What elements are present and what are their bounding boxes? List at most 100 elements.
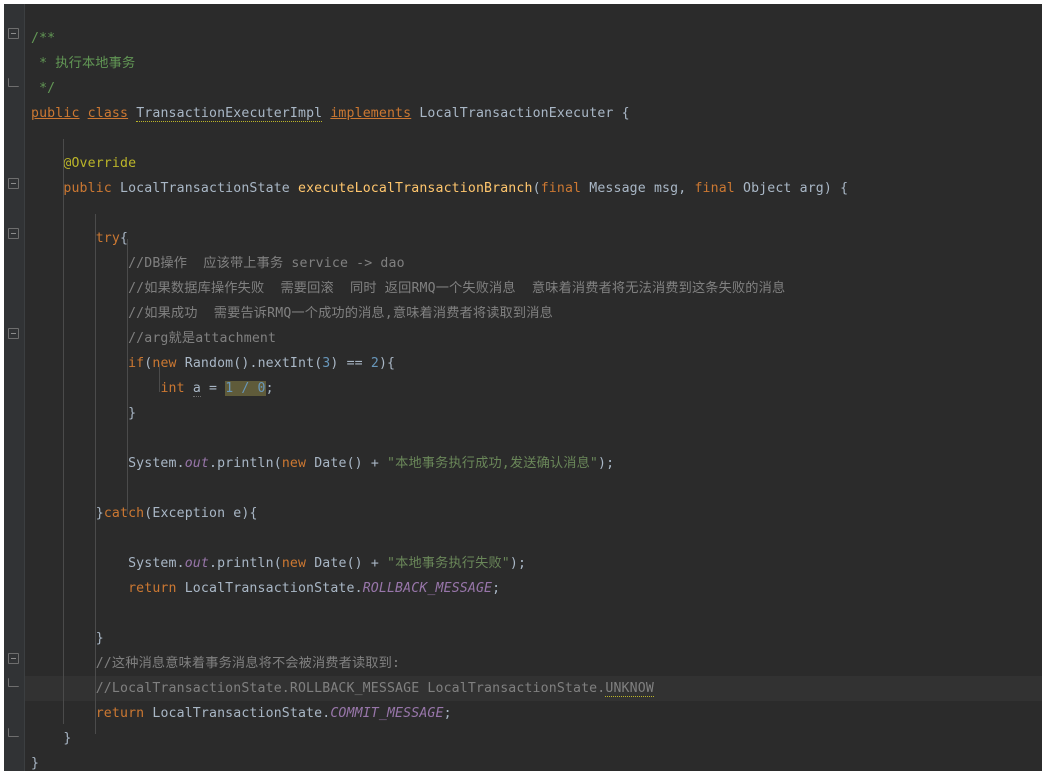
code-line-29[interactable]: } <box>25 726 1042 751</box>
paren-close-if: ) <box>378 356 388 371</box>
field-out: out <box>184 456 209 471</box>
keyword-if: if <box>128 356 145 371</box>
keyword-public-method: public <box>63 181 112 196</box>
code-line-10[interactable]: //DB操作 应该带上事务 service -> dao <box>25 251 1042 276</box>
keyword-final-msg: final <box>540 181 582 196</box>
brace-open-if: { <box>387 356 396 371</box>
code-line-7[interactable]: public LocalTransactionState executeLoca… <box>25 176 1042 201</box>
code-line-1[interactable]: /** <box>25 26 1042 51</box>
param-type-message: Message <box>589 181 646 196</box>
fold-marker-javadoc-end[interactable] <box>8 78 19 87</box>
type-local-transaction-state-3: LocalTransactionState <box>152 706 323 721</box>
type-local-transaction-executer: LocalTransactionExecuter <box>419 106 614 121</box>
semicolon: ; <box>492 581 501 596</box>
code-line-18[interactable]: System.out.println(new Date() + "本地事务执行成… <box>25 451 1042 476</box>
fold-marker-try[interactable] <box>8 228 19 239</box>
code-line-13[interactable]: //arg就是attachment <box>25 326 1042 351</box>
code-line-28[interactable]: return LocalTransactionState.COMMIT_MESS… <box>25 701 1042 726</box>
param-name-arg: arg <box>799 181 824 196</box>
code-line-26[interactable]: //这种消息意味着事务消息将不会被消费者读取到: <box>25 651 1042 676</box>
type-date-2: Date <box>314 556 347 571</box>
comma: , <box>678 181 695 196</box>
code-line-27[interactable]: //LocalTransactionState.ROLLBACK_MESSAGE… <box>25 676 1042 701</box>
type-date: Date <box>314 456 347 471</box>
date-ctor-parens-2: () + <box>346 556 388 571</box>
code-text-area[interactable]: /** * 执行本地事务 */ public class Transaction… <box>25 4 1042 771</box>
javadoc-open: /** <box>31 31 56 46</box>
code-line-30[interactable]: } <box>25 751 1042 771</box>
brace-open-catch: { <box>249 506 258 521</box>
fold-marker-method[interactable] <box>8 178 19 189</box>
dot2: . <box>209 456 218 471</box>
javadoc-close: */ <box>39 81 56 96</box>
code-line-11[interactable]: //如果数据库操作失败 需要回滚 同时 返回RMQ一个失败消息 意味着消费者将无… <box>25 276 1042 301</box>
class-system: System <box>128 456 177 471</box>
paren-close-println: ); <box>598 456 615 471</box>
brace-close-method: } <box>63 731 72 746</box>
fold-marker-class-end[interactable] <box>8 728 19 737</box>
code-line-20[interactable]: }catch(Exception e){ <box>25 501 1042 526</box>
paren-close-println-2: ); <box>509 556 527 571</box>
code-line-25[interactable]: } <box>25 626 1042 651</box>
dot: . <box>176 456 185 471</box>
code-line-3[interactable]: */ <box>25 76 1042 101</box>
type-local-transaction-state-2: LocalTransactionState <box>184 581 355 596</box>
indent-guide-3 <box>127 239 128 514</box>
dot2: . <box>209 556 218 571</box>
fold-marker-tail[interactable] <box>8 653 19 664</box>
code-line-22[interactable]: System.out.println(new Date() + "本地事务执行失… <box>25 551 1042 576</box>
fold-marker-tail-end[interactable] <box>8 678 19 687</box>
type-transaction-executer-impl: TransactionExecuterImpl <box>136 106 323 122</box>
keyword-public: public <box>31 106 80 121</box>
fold-marker-if[interactable] <box>8 328 19 339</box>
constant-commit-message: COMMIT_MESSAGE <box>330 706 444 721</box>
keyword-try: try <box>95 231 120 246</box>
code-line-15[interactable]: int a = 1 / 0; <box>25 376 1042 401</box>
type-random: Random <box>184 356 234 371</box>
brace-open-class: { <box>621 106 630 121</box>
editor-gutter[interactable] <box>4 4 25 771</box>
indent-guide-2 <box>95 214 96 734</box>
brace-close-class: } <box>31 756 40 771</box>
code-line-6[interactable]: @Override <box>25 151 1042 176</box>
keyword-new-date: new <box>281 456 307 471</box>
keyword-final-arg: final <box>694 181 735 196</box>
code-line-12[interactable]: //如果成功 需要告诉RMQ一个成功的消息,意味着消费者将读取到消息 <box>25 301 1042 326</box>
keyword-int: int <box>160 381 185 396</box>
indent-guide-4 <box>159 364 160 392</box>
keyword-return-commit: return <box>95 706 145 721</box>
code-line-23[interactable]: return LocalTransactionState.ROLLBACK_ME… <box>25 576 1042 601</box>
brace-open-method: { <box>840 181 849 196</box>
fold-marker-javadoc[interactable] <box>8 28 19 39</box>
code-line-9[interactable]: try{ <box>25 226 1042 251</box>
keyword-class: class <box>87 106 129 121</box>
code-line-14[interactable]: if(new Random().nextInt(3) == 2){ <box>25 351 1042 376</box>
code-line-4[interactable]: public class TransactionExecuterImpl imp… <box>25 101 1042 126</box>
code-editor-window: /** * 执行本地事务 */ public class Transaction… <box>0 0 1052 779</box>
comment-db-failure: //如果数据库操作失败 需要回滚 同时 返回RMQ一个失败消息 意味着消费者将无… <box>128 281 786 296</box>
keyword-return-rollback: return <box>128 581 177 596</box>
editor-body[interactable]: /** * 执行本地事务 */ public class Transaction… <box>4 4 1042 771</box>
random-ctor-parens: (). <box>233 356 258 371</box>
semicolon: ; <box>443 706 452 721</box>
return-type-local-transaction-state: LocalTransactionState <box>120 181 290 196</box>
class-system-2: System <box>128 556 177 571</box>
method-name-execute-local-transaction-branch: executeLocalTransactionBranch <box>297 181 533 196</box>
semicolon: ; <box>265 381 274 396</box>
javadoc-body-text: 执行本地事务 <box>55 56 136 71</box>
code-line-2[interactable]: * 执行本地事务 <box>25 51 1042 76</box>
paren-close-nextint: ) <box>330 356 347 371</box>
code-line-16[interactable]: } <box>25 401 1042 426</box>
